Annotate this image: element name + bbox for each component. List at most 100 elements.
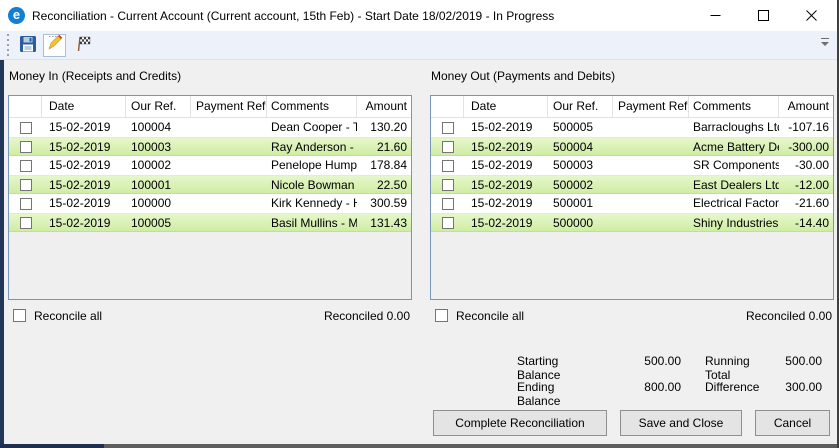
row-amount: 131.43 bbox=[357, 214, 411, 231]
row-checkbox[interactable] bbox=[20, 179, 32, 191]
complete-reconciliation-flag-button[interactable] bbox=[74, 35, 92, 56]
row-our-ref: 500005 bbox=[548, 118, 613, 137]
row-date: 15-02-2019 bbox=[464, 176, 548, 193]
reconcile-all-checkbox[interactable] bbox=[435, 309, 448, 322]
row-checkbox[interactable] bbox=[20, 217, 32, 229]
row-checkbox[interactable] bbox=[442, 141, 454, 153]
table-row[interactable]: 15-02-2019500001Electrical Factors-21.60 bbox=[431, 194, 833, 213]
table-row[interactable]: 15-02-2019100005 Basil Mullins - M131.43 bbox=[9, 213, 411, 232]
row-date: 15-02-2019 bbox=[42, 156, 126, 175]
maximize-icon bbox=[758, 10, 769, 21]
row-amount: -300.00 bbox=[779, 138, 833, 155]
row-date: 15-02-2019 bbox=[42, 138, 126, 155]
row-our-ref: 500000 bbox=[548, 214, 613, 231]
table-row[interactable]: 15-02-2019100003Ray Anderson - 21.60 bbox=[9, 137, 411, 156]
row-checkbox[interactable] bbox=[20, 141, 32, 153]
row-payment-ref bbox=[613, 194, 689, 213]
row-amount: -14.40 bbox=[779, 214, 833, 231]
table-row[interactable]: 15-02-2019100004Dean Cooper - T130.20 bbox=[9, 118, 411, 137]
table-row[interactable]: 15-02-2019100001Nicole Bowman22.50 bbox=[9, 175, 411, 194]
app-logo-icon: e bbox=[8, 7, 25, 24]
row-our-ref: 100004 bbox=[126, 118, 191, 137]
row-checkbox[interactable] bbox=[20, 160, 32, 172]
save-button[interactable] bbox=[19, 35, 37, 56]
window-edge-bottom bbox=[104, 444, 837, 448]
row-checkbox[interactable] bbox=[20, 198, 32, 210]
reconcile-all-checkbox[interactable] bbox=[13, 309, 26, 322]
money-out-grid[interactable]: DateOur Ref.Payment Ref.CommentsAmount 1… bbox=[430, 95, 834, 300]
row-comments: Penelope Hump bbox=[267, 156, 357, 175]
toolbar-grip[interactable] bbox=[3, 34, 13, 56]
column-header[interactable]: Our Ref. bbox=[126, 96, 191, 118]
toolbar-overflow-button[interactable] bbox=[820, 38, 829, 50]
row-payment-ref bbox=[613, 118, 689, 137]
running-total-value: 500.00 bbox=[742, 354, 822, 368]
edit-button[interactable] bbox=[43, 34, 66, 57]
row-date: 15-02-2019 bbox=[464, 138, 548, 155]
column-header[interactable]: Date bbox=[42, 96, 126, 118]
close-button[interactable] bbox=[787, 0, 835, 31]
reconcile-all-label: Reconcile all bbox=[456, 309, 524, 323]
row-checkbox[interactable] bbox=[442, 179, 454, 191]
toolbar-overflow-icon bbox=[821, 38, 829, 39]
column-header[interactable]: Payment Ref. bbox=[613, 96, 689, 118]
row-date: 15-02-2019 bbox=[464, 118, 548, 137]
row-checkbox[interactable] bbox=[442, 217, 454, 229]
row-payment-ref bbox=[191, 138, 267, 155]
row-payment-ref bbox=[191, 194, 267, 213]
column-header[interactable] bbox=[9, 96, 42, 118]
maximize-button[interactable] bbox=[739, 0, 787, 31]
row-checkbox[interactable] bbox=[442, 122, 454, 134]
row-date: 15-02-2019 bbox=[42, 194, 126, 213]
row-checkbox[interactable] bbox=[20, 122, 32, 134]
row-amount: -30.00 bbox=[779, 156, 833, 175]
row-our-ref: 100005 bbox=[126, 214, 191, 231]
row-checkbox[interactable] bbox=[442, 160, 454, 172]
row-date: 15-02-2019 bbox=[464, 214, 548, 231]
table-row[interactable]: 15-02-2019500005Barracloughs Ltd-107.16 bbox=[431, 118, 833, 137]
column-header[interactable] bbox=[431, 96, 464, 118]
row-comments: Barracloughs Ltd bbox=[689, 118, 779, 137]
row-our-ref: 100000 bbox=[126, 194, 191, 213]
table-row[interactable]: 15-02-2019500003SR Components-30.00 bbox=[431, 156, 833, 175]
window-edge-left bbox=[0, 31, 4, 448]
table-row[interactable]: 15-02-2019100002Penelope Hump178.84 bbox=[9, 156, 411, 175]
toolbar bbox=[0, 31, 837, 60]
row-date: 15-02-2019 bbox=[464, 156, 548, 175]
row-date: 15-02-2019 bbox=[464, 194, 548, 213]
column-header[interactable]: Comments bbox=[689, 96, 779, 118]
row-date: 15-02-2019 bbox=[42, 214, 126, 231]
row-payment-ref bbox=[191, 176, 267, 193]
column-header[interactable]: Payment Ref. bbox=[191, 96, 267, 118]
column-header[interactable]: Comments bbox=[267, 96, 357, 118]
row-comments: SR Components bbox=[689, 156, 779, 175]
column-header[interactable]: Date bbox=[464, 96, 548, 118]
starting-balance-value: 500.00 bbox=[601, 354, 681, 368]
table-row[interactable]: 15-02-2019500000Shiny Industries-14.40 bbox=[431, 213, 833, 232]
row-payment-ref bbox=[613, 156, 689, 175]
money-in-grid-header: DateOur Ref.Payment Ref.CommentsAmount bbox=[9, 96, 411, 118]
money-in-reconcile-row: Reconcile all Reconciled 0.00 bbox=[8, 308, 412, 324]
close-icon bbox=[806, 10, 817, 21]
column-header[interactable]: Amount bbox=[357, 96, 411, 118]
row-comments: East Dealers Ltd bbox=[689, 176, 779, 193]
window-controls bbox=[691, 0, 835, 31]
row-checkbox[interactable] bbox=[442, 198, 454, 210]
table-row[interactable]: 15-02-2019500002East Dealers Ltd-12.00 bbox=[431, 175, 833, 194]
row-our-ref: 500004 bbox=[548, 138, 613, 155]
row-our-ref: 100001 bbox=[126, 176, 191, 193]
column-header[interactable]: Our Ref. bbox=[548, 96, 613, 118]
table-row[interactable]: 15-02-2019100000Kirk Kennedy - H300.59 bbox=[9, 194, 411, 213]
complete-reconciliation-button[interactable]: Complete Reconciliation bbox=[433, 410, 607, 436]
save-and-close-button[interactable]: Save and Close bbox=[620, 410, 742, 436]
row-comments: Basil Mullins - M bbox=[267, 214, 357, 231]
money-in-grid[interactable]: DateOur Ref.Payment Ref.CommentsAmount 1… bbox=[8, 95, 412, 300]
table-row[interactable]: 15-02-2019500004Acme Battery De-300.00 bbox=[431, 137, 833, 156]
minimize-button[interactable] bbox=[691, 0, 739, 31]
row-comments: Kirk Kennedy - H bbox=[267, 194, 357, 213]
reconciled-total: Reconciled 0.00 bbox=[746, 309, 832, 323]
column-header[interactable]: Amount bbox=[779, 96, 833, 118]
money-in-label: Money In (Receipts and Credits) bbox=[9, 69, 181, 83]
row-our-ref: 100003 bbox=[126, 138, 191, 155]
cancel-button[interactable]: Cancel bbox=[755, 410, 830, 436]
